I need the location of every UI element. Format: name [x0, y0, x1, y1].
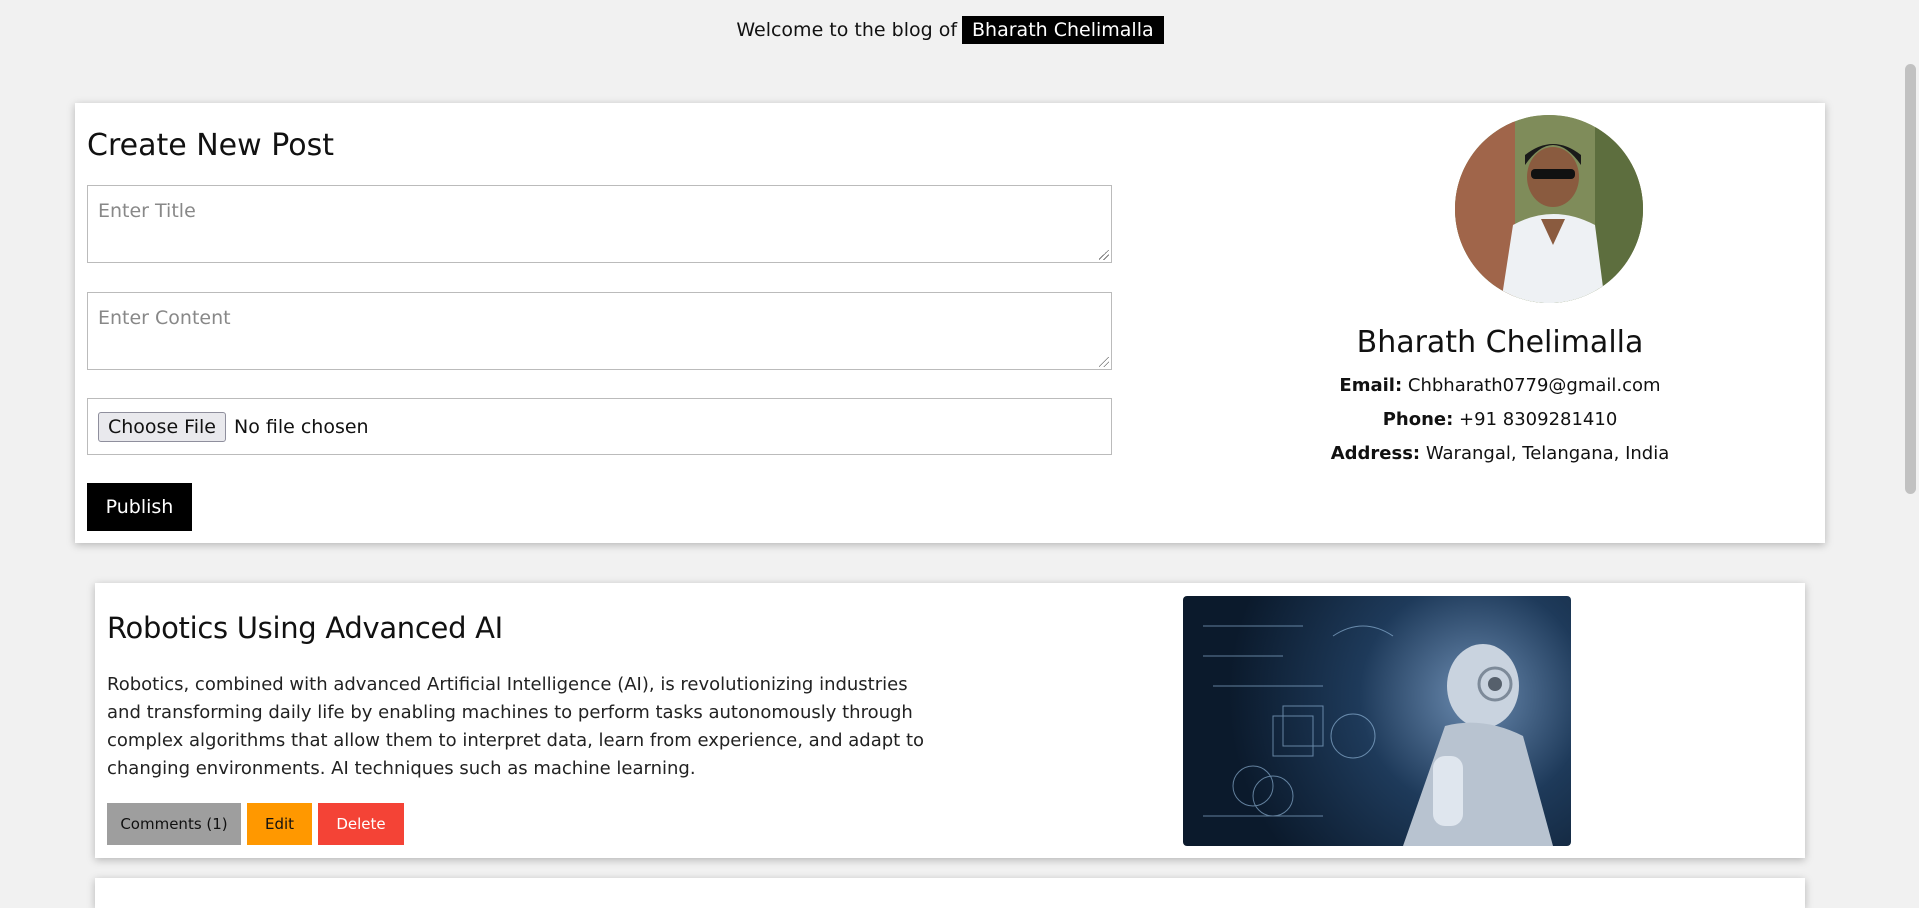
post-title: Robotics Using Advanced AI [107, 611, 503, 645]
title-field-wrapper [87, 185, 1112, 263]
content-field-wrapper [87, 292, 1112, 370]
profile-address: Address: Warangal, Telangana, India [1180, 443, 1820, 464]
post-card: Robotics Using Advanced AI Robotics, com… [95, 583, 1805, 858]
content-input[interactable] [88, 293, 1111, 369]
publish-button[interactable]: Publish [87, 483, 192, 531]
scrollbar-thumb[interactable] [1905, 64, 1916, 494]
post-content: Robotics, combined with advanced Artific… [107, 674, 925, 779]
post-image [1183, 596, 1571, 846]
file-status-text: No file chosen [233, 415, 369, 438]
profile-name: Bharath Chelimalla [1356, 325, 1644, 360]
address-label: Address: [1330, 443, 1421, 464]
welcome-header: Welcome to the blog of Bharath Chelimall… [0, 0, 1900, 60]
author-name-badge: Bharath Chelimalla [962, 16, 1164, 44]
avatar [1455, 115, 1643, 303]
robot-illustration-icon [1203, 625, 1553, 846]
avatar-photo-icon [1455, 115, 1643, 303]
file-upload-field: Choose File No file chosen [87, 398, 1112, 455]
choose-file-button[interactable]: Choose File [98, 411, 226, 442]
edit-button[interactable]: Edit [247, 803, 312, 845]
email-value: Chbharath0779@gmail.com [1407, 375, 1661, 396]
phone-value: +91 8309281410 [1459, 409, 1618, 430]
resize-grip-icon[interactable] [1099, 357, 1109, 367]
profile-panel: Bharath Chelimalla Email: Chbharath0779@… [1180, 103, 1820, 543]
phone-label: Phone: [1382, 409, 1454, 430]
create-post-panel: Create New Post Choose File No file chos… [75, 103, 1825, 543]
profile-phone: Phone: +91 8309281410 [1180, 409, 1820, 430]
title-input[interactable] [88, 186, 1111, 262]
email-label: Email: [1339, 375, 1403, 396]
delete-button[interactable]: Delete [318, 803, 404, 845]
create-post-heading: Create New Post [87, 128, 334, 163]
next-post-card [95, 878, 1805, 908]
resize-grip-icon[interactable] [1099, 250, 1109, 260]
page-scrollbar[interactable] [1902, 0, 1919, 896]
address-value: Warangal, Telangana, India [1425, 443, 1670, 464]
welcome-text: Welcome to the blog of [736, 19, 958, 41]
comments-button[interactable]: Comments (1) [107, 803, 241, 845]
profile-email: Email: Chbharath0779@gmail.com [1180, 375, 1820, 396]
